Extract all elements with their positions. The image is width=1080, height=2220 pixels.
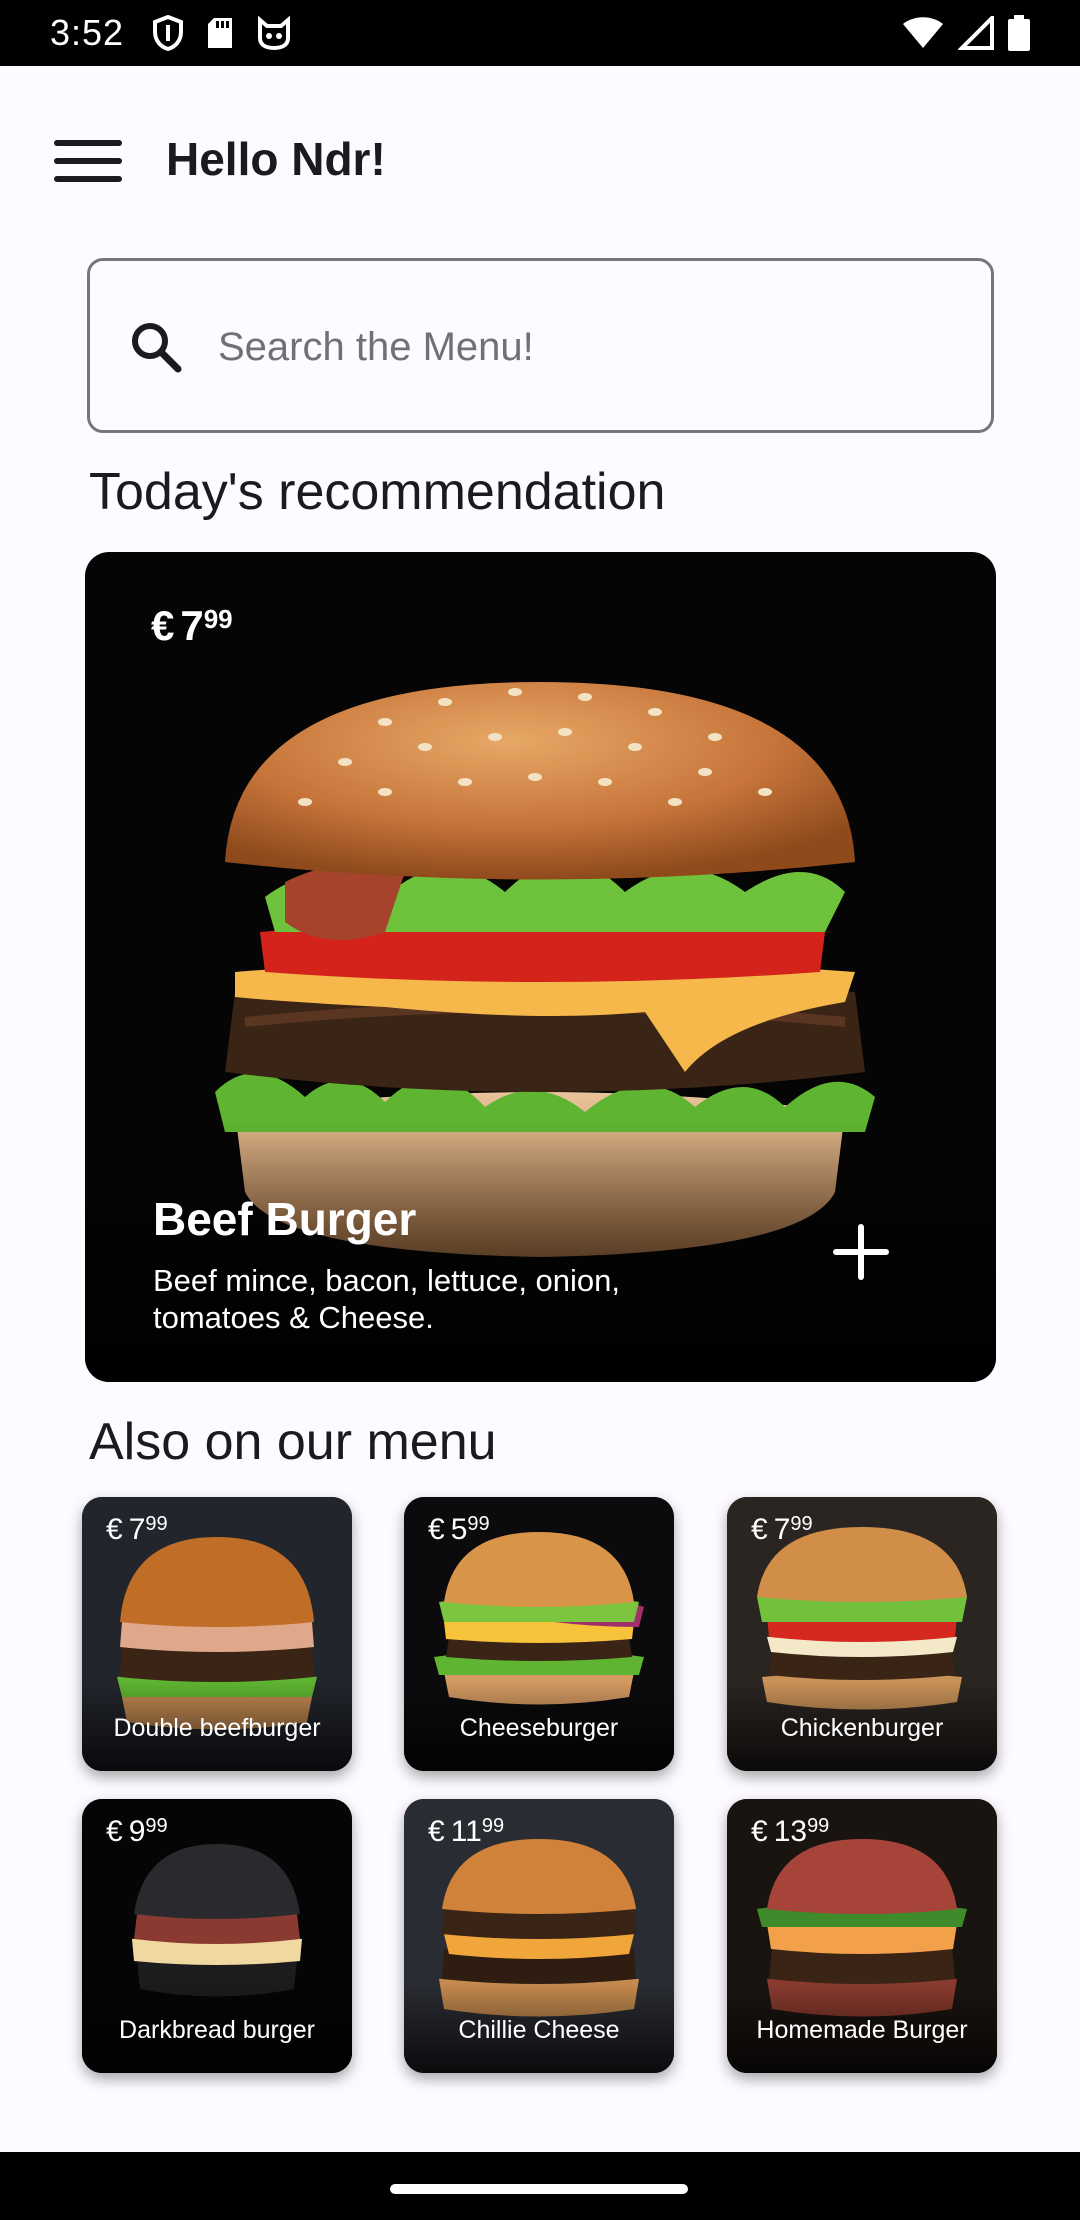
item-price: € 5 99: [428, 1513, 490, 1546]
price-cents: 99: [203, 604, 233, 634]
shield-icon: [153, 15, 184, 51]
home-indicator[interactable]: [390, 2184, 688, 2194]
menu-item-cheeseburger[interactable]: € 5 99 Cheeseburger: [404, 1497, 674, 1771]
cat-face-icon: [258, 16, 291, 50]
item-name: Chillie Cheese: [458, 2016, 620, 2044]
wifi-icon: [903, 17, 943, 48]
battery-icon: [1008, 15, 1030, 51]
status-icons-left: [152, 15, 292, 51]
plus-icon[interactable]: [833, 1224, 889, 1280]
menu-item-chillie-cheese[interactable]: € 11 99 Chillie Cheese: [404, 1799, 674, 2073]
item-price: € 7 99: [751, 1513, 813, 1546]
menu-item-double-beefburger[interactable]: € 7 99 Double beefburger: [82, 1497, 352, 1771]
greeting-title: Hello Ndr!: [166, 133, 386, 185]
item-price: € 9 99: [106, 1815, 168, 1848]
menu-item-chickenburger[interactable]: € 7 99 Chickenburger: [727, 1497, 997, 1771]
price-currency: €: [151, 602, 175, 649]
item-name: Homemade Burger: [756, 2016, 968, 2044]
signal-icon: [958, 16, 994, 50]
recommendation-section-title: Today's recommendation: [89, 463, 666, 521]
status-bar: 3:52: [0, 0, 1080, 66]
menu-item-homemade-burger[interactable]: € 13 99 Homemade Burger: [727, 1799, 997, 2073]
item-name: Cheeseburger: [459, 1714, 619, 1742]
item-price: € 11 99: [428, 1815, 505, 1848]
item-price: € 13 99: [751, 1815, 830, 1848]
status-time: 3:52: [50, 12, 125, 53]
item-name: Darkbread burger: [119, 2016, 315, 2044]
featured-name: Beef Burger: [153, 1193, 417, 1245]
menu-section-title: Also on our menu: [89, 1413, 497, 1471]
navigation-bar: [0, 2152, 1080, 2220]
status-icons-right: [902, 15, 1030, 51]
item-name: Chickenburger: [780, 1714, 944, 1742]
search-box[interactable]: [87, 258, 994, 433]
menu-item-darkbread-burger[interactable]: € 9 99 Darkbread burger: [82, 1799, 352, 2073]
featured-price: € 7 99: [151, 602, 233, 650]
sd-card-icon: [208, 18, 233, 48]
app-header: Hello Ndr!: [0, 66, 1080, 256]
featured-burger-card[interactable]: € 7 99 Beef Burger Beef mince, bacon, le…: [85, 552, 996, 1382]
search-input[interactable]: [218, 311, 958, 383]
item-price: € 7 99: [106, 1513, 168, 1546]
hamburger-menu-icon[interactable]: [52, 138, 124, 184]
search-icon: [132, 323, 182, 373]
featured-description: Beef mince, bacon, lettuce, onion, tomat…: [153, 1263, 621, 1335]
item-name: Double beefburger: [113, 1714, 321, 1742]
menu-grid: € 7 99 Double beefburger € 5 99 Cheesebu…: [82, 1497, 1000, 2077]
price-whole: 7: [180, 602, 204, 649]
